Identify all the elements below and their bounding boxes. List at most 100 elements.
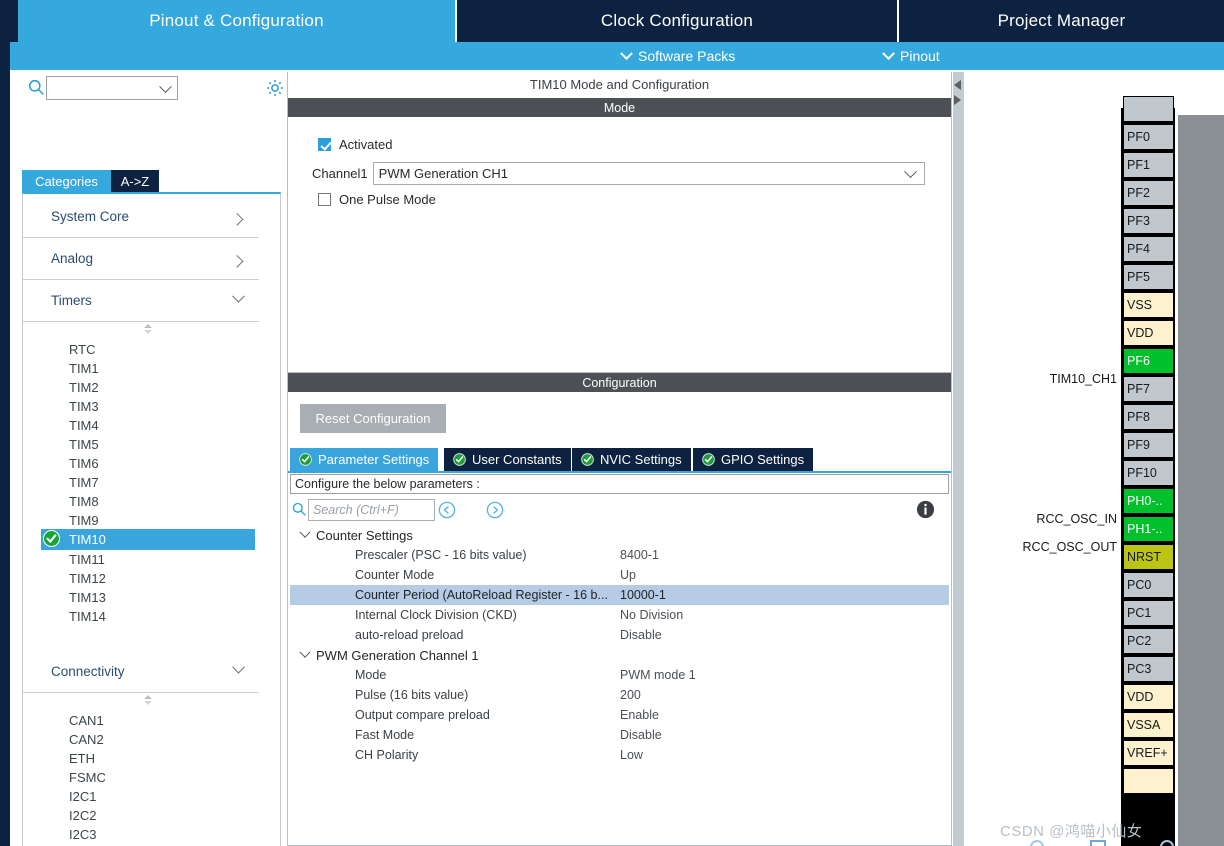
- pin-partial-top[interactable]: [1123, 96, 1174, 122]
- param-row-mode[interactable]: Mode PWM mode 1: [290, 665, 949, 685]
- pin-pf4[interactable]: PF4: [1123, 236, 1174, 262]
- tree-item-eth[interactable]: ETH: [23, 749, 259, 768]
- tree-item-tim8[interactable]: TIM8: [23, 492, 259, 511]
- activated-checkbox-row[interactable]: Activated: [318, 137, 392, 152]
- tree-item-tim10[interactable]: TIM10: [41, 529, 255, 550]
- param-row-prescaler[interactable]: Prescaler (PSC - 16 bits value) 8400-1: [290, 545, 949, 565]
- pin-ph1[interactable]: PH1-..: [1123, 516, 1174, 542]
- tree-item-tim12[interactable]: TIM12: [23, 569, 259, 588]
- one-pulse-mode-checkbox[interactable]: [318, 193, 331, 206]
- panel-splitter[interactable]: [953, 72, 964, 846]
- info-icon[interactable]: [916, 500, 935, 519]
- tree-item-tim9[interactable]: TIM9: [23, 511, 259, 530]
- tab-clock-configuration[interactable]: Clock Configuration: [457, 0, 897, 42]
- tree-item-tim11[interactable]: TIM11: [23, 550, 259, 569]
- connectivity-scroll-handle[interactable]: [141, 694, 155, 707]
- activated-checkbox[interactable]: [318, 138, 331, 151]
- tab-user-constants[interactable]: User Constants: [444, 448, 571, 471]
- tree-item-tim3[interactable]: TIM3: [23, 397, 259, 416]
- parameter-search-input[interactable]: Search (Ctrl+F): [308, 499, 435, 521]
- pin-vdd-1[interactable]: VDD: [1123, 320, 1174, 346]
- category-search-input[interactable]: [46, 76, 178, 100]
- tab-a-to-z[interactable]: A->Z: [111, 170, 159, 192]
- param-row-internal-clock-division[interactable]: Internal Clock Division (CKD) No Divisio…: [290, 605, 949, 625]
- pin-pc2[interactable]: PC2: [1123, 628, 1174, 654]
- param-row-counter-mode[interactable]: Counter Mode Up: [290, 565, 949, 585]
- tree-item-tim13[interactable]: TIM13: [23, 588, 259, 607]
- pin-pf10[interactable]: PF10: [1123, 460, 1174, 486]
- pin-pf1[interactable]: PF1: [1123, 152, 1174, 178]
- chevron-down-icon[interactable]: [159, 80, 172, 94]
- splitter-collapse-left-arrow[interactable]: [954, 80, 961, 90]
- tree-group-analog[interactable]: Analog: [23, 238, 259, 280]
- tree-item-i2c1[interactable]: I2C1: [23, 787, 259, 806]
- pin-pf0[interactable]: PF0: [1123, 124, 1174, 150]
- param-row-pulse[interactable]: Pulse (16 bits value) 200: [290, 685, 949, 705]
- tree-item-tim5[interactable]: TIM5: [23, 435, 259, 454]
- tab-nvic-settings[interactable]: NVIC Settings: [572, 448, 691, 471]
- pin-pf8[interactable]: PF8: [1123, 404, 1174, 430]
- pin-pf9[interactable]: PF9: [1123, 432, 1174, 458]
- pin-partial-bottom[interactable]: [1123, 768, 1174, 794]
- param-group-label: PWM Generation Channel 1: [316, 647, 479, 663]
- param-group-counter-settings[interactable]: Counter Settings: [290, 525, 949, 545]
- previous-match-button[interactable]: [438, 501, 456, 519]
- tab-pinout-configuration-label: Pinout & Configuration: [149, 11, 324, 30]
- subnav-software-packs[interactable]: Software Packs: [620, 42, 735, 70]
- param-row-ch-polarity[interactable]: CH Polarity Low: [290, 745, 949, 765]
- param-name: Mode: [355, 668, 387, 682]
- tree-item-can1[interactable]: CAN1: [23, 711, 259, 730]
- tree-item-rtc[interactable]: RTC: [23, 340, 259, 359]
- tree-item-tim1[interactable]: TIM1: [23, 359, 259, 378]
- splitter-expand-right-arrow[interactable]: [954, 95, 961, 105]
- tree-group-connectivity[interactable]: Connectivity: [23, 651, 259, 693]
- tab-parameter-settings[interactable]: Parameter Settings: [290, 448, 439, 471]
- subnav-pinout[interactable]: Pinout: [882, 42, 940, 70]
- param-row-fast-mode[interactable]: Fast Mode Disable: [290, 725, 949, 745]
- pin-nrst[interactable]: NRST: [1123, 544, 1174, 570]
- tab-categories[interactable]: Categories: [22, 170, 111, 192]
- tree-item-tim2[interactable]: TIM2: [23, 378, 259, 397]
- param-row-auto-reload-preload[interactable]: auto-reload preload Disable: [290, 625, 949, 645]
- tree-item-tim7[interactable]: TIM7: [23, 473, 259, 492]
- tab-gpio-settings[interactable]: GPIO Settings: [693, 448, 814, 471]
- channel1-select[interactable]: PWM Generation CH1: [372, 162, 925, 185]
- pin-pf3[interactable]: PF3: [1123, 208, 1174, 234]
- pin-vref[interactable]: VREF+: [1123, 740, 1174, 766]
- pin-pf2[interactable]: PF2: [1123, 180, 1174, 206]
- pin-pc0[interactable]: PC0: [1123, 572, 1174, 598]
- tree-item-tim14[interactable]: TIM14: [23, 607, 259, 626]
- tree-item-fsmc[interactable]: FSMC: [23, 768, 259, 787]
- csdn-watermark: CSDN @鸿喵小仙女: [1000, 823, 1143, 840]
- pin-vss-1[interactable]: VSS: [1123, 292, 1174, 318]
- chevron-down-icon[interactable]: [903, 165, 917, 179]
- reset-configuration-button[interactable]: Reset Configuration: [300, 404, 446, 433]
- param-row-output-compare-preload[interactable]: Output compare preload Enable: [290, 705, 949, 725]
- tab-project-manager[interactable]: Project Manager: [899, 0, 1224, 42]
- pin-pc3[interactable]: PC3: [1123, 656, 1174, 682]
- gear-icon[interactable]: [264, 77, 286, 99]
- param-group-pwm-generation-channel-1[interactable]: PWM Generation Channel 1: [290, 645, 949, 665]
- tree-item-label: TIM12: [69, 571, 106, 586]
- tree-group-timers[interactable]: Timers: [23, 280, 259, 322]
- tree-item-i2c3[interactable]: I2C3: [23, 825, 259, 844]
- tree-item-can2[interactable]: CAN2: [23, 730, 259, 749]
- tree-item-tim4[interactable]: TIM4: [23, 416, 259, 435]
- pin-vdd-2[interactable]: VDD: [1123, 684, 1174, 710]
- pin-pf5[interactable]: PF5: [1123, 264, 1174, 290]
- param-value: Enable: [620, 708, 659, 722]
- param-row-counter-period[interactable]: Counter Period (AutoReload Register - 16…: [290, 585, 949, 605]
- tree-group-system-core[interactable]: System Core: [23, 196, 259, 238]
- pin-pf7[interactable]: PF7: [1123, 376, 1174, 402]
- pin-vssa[interactable]: VSSA: [1123, 712, 1174, 738]
- tree-item-tim6[interactable]: TIM6: [23, 454, 259, 473]
- pin-ph0[interactable]: PH0-..: [1123, 488, 1174, 514]
- pin-pf6[interactable]: PF6: [1123, 348, 1174, 374]
- tab-pinout-configuration[interactable]: Pinout & Configuration: [18, 0, 455, 42]
- timers-scroll-handle[interactable]: [141, 323, 155, 336]
- next-match-button[interactable]: [486, 501, 504, 519]
- one-pulse-mode-row[interactable]: One Pulse Mode: [318, 192, 436, 207]
- tree-item-i2c2[interactable]: I2C2: [23, 806, 259, 825]
- tab-gpio-settings-label: GPIO Settings: [721, 452, 805, 467]
- pin-pc1[interactable]: PC1: [1123, 600, 1174, 626]
